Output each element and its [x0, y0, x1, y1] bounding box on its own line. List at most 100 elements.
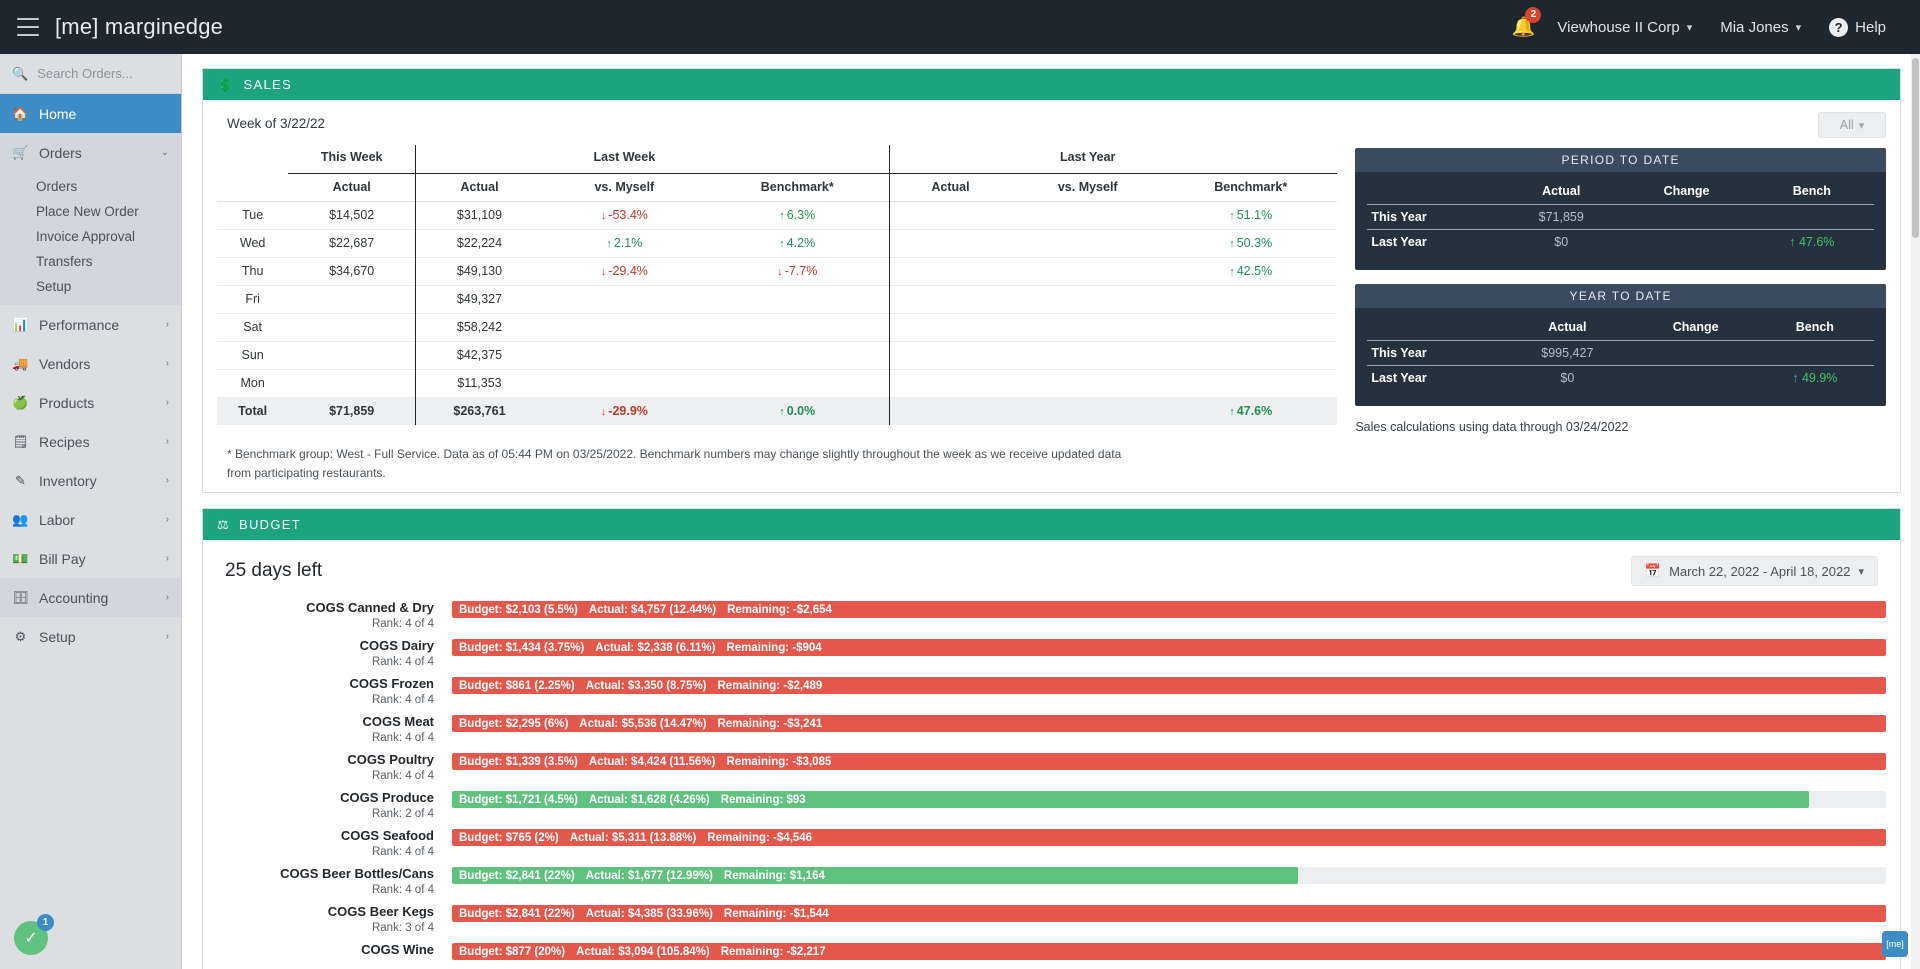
- topbar-right-group: 🔔 2 Viewhouse II Corp ▾ Mia Jones ▾ ? He…: [1503, 7, 1900, 47]
- sidebar-subitem-invoice-approval[interactable]: Invoice Approval: [0, 224, 181, 249]
- budget-row: COGS Wine Budget: $877 (20%) Actual: $3,09…: [217, 942, 1886, 961]
- sidebar-item-inventory[interactable]: ✎ Inventory ›: [0, 461, 181, 500]
- company-label: Viewhouse II Corp: [1557, 18, 1680, 36]
- gear-icon: ⚙: [14, 628, 27, 644]
- chevron-right-icon: ›: [165, 631, 169, 642]
- last-week-benchmark: [706, 285, 889, 313]
- budget-progress-track[interactable]: Budget: $2,841 (22%) Actual: $4,385 (33.9…: [452, 905, 1886, 923]
- sidebar-item-performance[interactable]: 📊 Performance ›: [0, 305, 181, 344]
- sidebar-subitem-transfers[interactable]: Transfers: [0, 249, 181, 274]
- date-range-picker[interactable]: 📅 March 22, 2022 - April 18, 2022 ▾: [1630, 556, 1878, 587]
- remaining-amount: Remaining: -$2,217: [720, 945, 826, 958]
- sidebar-item-setup[interactable]: ⚙ Setup ›: [0, 617, 181, 656]
- chat-check-icon[interactable]: ✓ 1: [14, 914, 54, 955]
- actual-amount: Actual: $3,350 (8.75%): [585, 679, 707, 692]
- budget-progress-track[interactable]: Budget: $2,841 (22%) Actual: $1,677 (12.9…: [452, 867, 1886, 885]
- last-week-actual: $42,375: [415, 341, 543, 369]
- sidebar-item-bill-pay[interactable]: 💵 Bill Pay ›: [0, 539, 181, 578]
- sidebar-item-products[interactable]: 🍏 Products ›: [0, 383, 181, 422]
- year-to-date-row-label: Last Year: [1371, 371, 1427, 385]
- sidebar-item-orders[interactable]: 🛒 Orders ⌄: [0, 133, 181, 172]
- budget-row: COGS Canned & Dry Rank: 4 of 4 Budget: $2,…: [217, 600, 1886, 633]
- user-menu[interactable]: Mia Jones ▾: [1706, 19, 1815, 36]
- budget-progress-track[interactable]: Budget: $1,339 (3.5%) Actual: $4,424 (11.…: [452, 753, 1886, 771]
- sidebar-item-vendors[interactable]: 🚚 Vendors ›: [0, 344, 181, 383]
- sales-card-body: Week of 3/22/22 This Week Last Week Last…: [203, 100, 1900, 492]
- budget-row-labels: COGS Canned & Dry Rank: 4 of 4: [217, 600, 452, 633]
- budget-progress-track[interactable]: Budget: $877 (20%) Actual: $3,094 (105.84…: [452, 943, 1886, 961]
- sidebar-item-label: Accounting: [39, 589, 109, 606]
- this-week-actual: [288, 369, 415, 397]
- budget-category-rank: Rank: 4 of 4: [371, 732, 434, 745]
- main-content: 💲 SALES Week of 3/22/22 This Week Last W…: [183, 54, 1920, 969]
- last-year-vs-myself: [1011, 313, 1164, 341]
- day-label: Total: [238, 404, 268, 419]
- actual-amount: Actual: $3,094 (105.84%): [576, 945, 710, 958]
- this-week-actual: [288, 285, 415, 313]
- col-this-week-actual: Actual: [332, 180, 371, 194]
- last-year-actual: [888, 201, 1012, 229]
- sidebar-subitem-setup[interactable]: Setup: [0, 274, 181, 299]
- group-header-last-week: Last Week: [542, 145, 706, 174]
- budget-row-labels: COGS Meat Rank: 4 of 4: [217, 714, 452, 747]
- col-last-year-vs-myself: vs. Myself: [1057, 180, 1118, 194]
- period-to-date-row-label: Last Year: [1371, 235, 1427, 249]
- budget-progress-track[interactable]: Budget: $1,721 (4.5%) Actual: $1,628 (4.2…: [452, 791, 1886, 809]
- budget-progress-track[interactable]: Budget: $765 (2%) Actual: $5,311 (13.88%)…: [452, 829, 1886, 847]
- all-filter-dropdown[interactable]: All ▾: [1818, 112, 1886, 138]
- scrollbar-thumb[interactable]: [1912, 58, 1919, 238]
- scales-icon: ⚖: [217, 516, 230, 532]
- col-last-year-benchmark: Benchmark*: [1214, 180, 1288, 194]
- budget-bar-text: Budget: $2,841 (22%) Actual: $1,677 (12.9…: [459, 867, 825, 884]
- search-orders-input[interactable]: 🔍 Search Orders...: [0, 54, 181, 94]
- last-week-vs-myself: [543, 313, 706, 341]
- app-logo[interactable]: [me] marginedge: [55, 14, 223, 40]
- budget-row-labels: COGS Beer Bottles/Cans Rank: 4 of 4: [217, 866, 452, 899]
- budget-progress-track[interactable]: Budget: $1,434 (3.75%) Actual: $2,338 (6.…: [452, 639, 1886, 657]
- day-label: Sun: [241, 348, 264, 362]
- budget-bar-text: Budget: $861 (2.25%) Actual: $3,350 (8.75…: [459, 677, 822, 694]
- hamburger-menu-icon[interactable]: [17, 18, 39, 36]
- sidebar-item-recipes[interactable]: 🗒 Recipes ›: [0, 422, 181, 461]
- last-year-actual: [888, 257, 1012, 285]
- budget-amount: Budget: $861 (2.25%): [459, 679, 575, 692]
- budget-row: COGS Poultry Rank: 4 of 4 Budget: $1,339 (…: [217, 752, 1886, 785]
- last-year-benchmark: ↑ 51.1%: [1229, 208, 1273, 222]
- sidebar-subitem-orders[interactable]: Orders: [0, 174, 181, 199]
- notifications-button[interactable]: 🔔 2: [1503, 7, 1543, 47]
- page-scrollbar[interactable]: [1911, 54, 1920, 969]
- budget-category-name: COGS Produce: [340, 790, 434, 806]
- budget-progress-track[interactable]: Budget: $2,295 (6%) Actual: $5,536 (14.47…: [452, 715, 1886, 733]
- sidebar-item-home[interactable]: 🏠 Home: [0, 94, 181, 133]
- last-year-benchmark: ↑ 47.6%: [1229, 404, 1273, 419]
- last-year-vs-myself: [1011, 201, 1164, 229]
- company-selector[interactable]: Viewhouse II Corp ▾: [1543, 19, 1706, 36]
- spacer-cell: [217, 173, 288, 201]
- remaining-amount: Remaining: $93: [720, 793, 806, 806]
- sales-table-row: Sun $42,375: [217, 341, 1338, 369]
- budget-row: COGS Dairy Rank: 4 of 4 Budget: $1,434 (3.…: [217, 638, 1886, 671]
- chevron-right-icon: ›: [165, 475, 169, 486]
- this-week-actual: $71,859: [329, 404, 375, 419]
- last-week-benchmark: ↑ 6.3%: [779, 208, 816, 222]
- help-button[interactable]: ? Help: [1815, 17, 1900, 37]
- last-week-vs-myself: [543, 369, 706, 397]
- remaining-amount: Remaining: -$3,085: [726, 755, 832, 768]
- budget-category-rank: Rank: 4 of 4: [371, 770, 434, 783]
- budget-progress-track[interactable]: Budget: $2,103 (5.5%) Actual: $4,757 (12.…: [452, 601, 1886, 619]
- last-year-vs-myself: [1011, 397, 1164, 425]
- list-icon: 🗒: [12, 433, 29, 449]
- me-widget-button[interactable]: [me]: [1882, 931, 1908, 957]
- last-year-actual: [888, 341, 1012, 369]
- sidebar-subitem-place-new-order[interactable]: Place New Order: [0, 199, 181, 224]
- sidebar-item-labor[interactable]: 👥 Labor ›: [0, 500, 181, 539]
- actual-amount: Actual: $4,757 (12.44%): [588, 603, 717, 616]
- truck-icon: 🛒: [12, 144, 29, 160]
- budget-progress-track[interactable]: Budget: $861 (2.25%) Actual: $3,350 (8.75…: [452, 677, 1886, 695]
- group-header-last-year-c: [1164, 145, 1338, 174]
- sidebar-item-accounting[interactable]: 🗄 Accounting ›: [0, 578, 181, 617]
- last-week-vs-myself: [543, 341, 706, 369]
- last-week-actual: $11,353: [415, 369, 543, 397]
- sidebar: 🔍 Search Orders... 🏠 Home 🛒 Orders ⌄ Ord…: [0, 54, 182, 969]
- sidebar-item-label: Orders: [39, 144, 82, 161]
